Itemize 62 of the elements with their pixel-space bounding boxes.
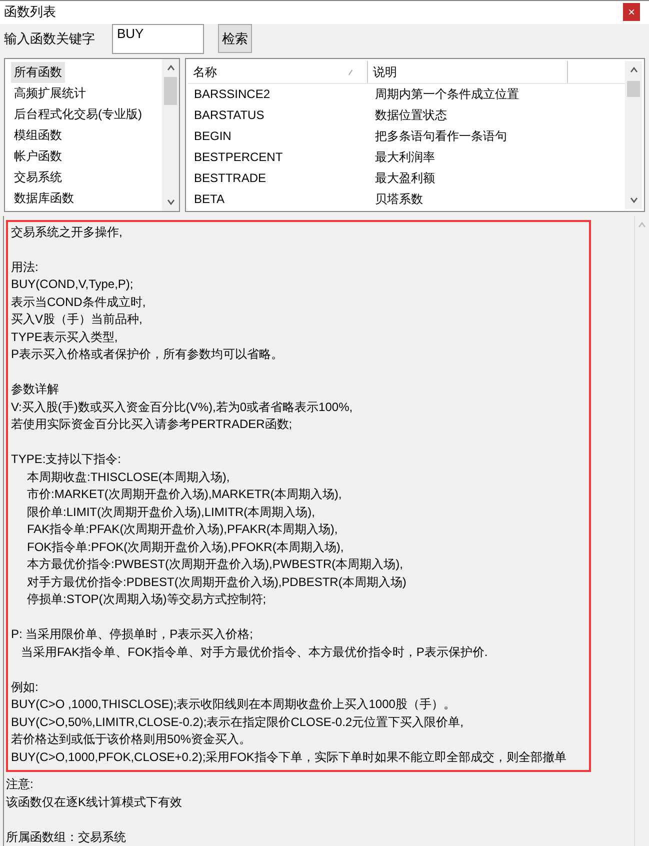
- function-name-cell[interactable]: BETA: [188, 192, 368, 206]
- scrollbar[interactable]: [625, 60, 642, 208]
- description-text: 例如:: [11, 680, 38, 694]
- scroll-thumb[interactable]: [627, 80, 640, 96]
- scroll-thumb[interactable]: [164, 76, 177, 104]
- sort-icon: [348, 68, 353, 76]
- description-cell[interactable]: 数据位置状态: [368, 106, 447, 124]
- description-cell[interactable]: 把多条语句看作一条语句: [368, 128, 507, 144]
- scroll-up-icon[interactable]: [166, 62, 176, 72]
- description-text: P表示买入价格或者保护价，所有参数均可以省略。: [11, 347, 284, 361]
- description-text: 市价:MARKET(次周期开盘价入场),MARKETR(本周期入场),: [27, 487, 342, 501]
- close-button[interactable]: ×: [623, 3, 640, 22]
- keyword-label: 输入函数关键字: [4, 30, 96, 48]
- description-text: 交易系统之开多操作,: [11, 224, 122, 238]
- function-name-cell[interactable]: BEGIN: [188, 129, 368, 143]
- scrollbar[interactable]: [162, 58, 179, 210]
- category-item[interactable]: 后台程式化交易(专业版): [11, 104, 145, 124]
- function-name-cell[interactable]: BESTTRADE: [188, 171, 368, 185]
- description-text: 若价格达到或低于该价格则用50%资金买入。: [11, 732, 252, 746]
- description-text: 参数详解: [11, 382, 59, 396]
- description-text: 本周期收盘:THISCLOSE(本周期入场),: [27, 470, 230, 484]
- window-title: 函数列表: [4, 3, 56, 22]
- description-text: 所属函数组：交易系统: [6, 830, 126, 844]
- description-text: BUY(C>O ,1000,THISCLOSE);表示收阳线则在本周期收盘价上买入1000股（手）。: [11, 697, 456, 711]
- description-text: FAK指令单:PFAK(次周期开盘价入场),PFAKR(本周期入场),: [27, 522, 338, 536]
- description-text: 注意:: [6, 777, 34, 791]
- category-item[interactable]: 高频扩展统计: [11, 82, 89, 104]
- category-item[interactable]: 所有函数: [11, 62, 65, 82]
- search-button[interactable]: 检索: [218, 24, 252, 53]
- description-text: 若使用实际资金百分比买入请参考PERTRADER函数;: [11, 417, 292, 431]
- column-header[interactable]: 名称: [188, 60, 368, 82]
- description-text: BUY(C>O,50%,LIMITR,CLOSE-0.2);表示在指定限价CLOSE-0.2元位置下买入限价单,: [11, 714, 464, 728]
- category-item[interactable]: 数据库函数: [11, 188, 77, 208]
- function-name-cell[interactable]: BARSSINCE2: [188, 87, 368, 101]
- description-text: TYPE:支持以下指令:: [11, 452, 122, 466]
- description-cell[interactable]: 周期内第一个条件成立位置: [368, 86, 519, 102]
- keyword-input[interactable]: BUY: [112, 24, 204, 54]
- category-item[interactable]: 帐户函数: [11, 146, 65, 166]
- description-text: BUY(C>O,1000,PFOK,CLOSE+0.2);采用FOK指令下单，实际下单时如果不能立即全部成交，则全部撤单: [11, 750, 566, 764]
- description-cell[interactable]: 贝塔系数: [368, 190, 423, 208]
- description-text: 本方最优价指令:PWBEST(次周期开盘价入场),PWBESTR(本周期入场),: [27, 557, 403, 571]
- scroll-up-icon[interactable]: [628, 64, 638, 74]
- description-text: 对手方最优价指令:PDBEST(次周期开盘价入场),PDBESTR(本周期入场): [27, 574, 406, 588]
- description-text: 该函数仅在逐K线计算模式下有效: [6, 794, 182, 808]
- description-text: P: 当采用限价单、停损单时，P表示买入价格;: [11, 627, 254, 641]
- description-cell[interactable]: 最大利润率: [368, 148, 435, 166]
- description-text: 当采用FAK指令单、FOK指令单、对手方最优价指令、本方最优价指令时，P表示保护价.: [21, 644, 488, 658]
- description-text: 用法:: [11, 260, 38, 274]
- category-item[interactable]: 模组函数: [11, 124, 65, 146]
- function-name-cell[interactable]: BARSTATUS: [188, 108, 368, 122]
- description-text: 限价单:LIMIT(次周期开盘价入场),LIMITR(本周期入场),: [27, 504, 315, 518]
- description-text: 表示当COND条件成立时,: [11, 294, 146, 308]
- category-item[interactable]: 交易系统: [11, 166, 65, 188]
- description-text: 停损单:STOP(次周期入场)等交易方式控制符;: [27, 592, 266, 606]
- description-text: TYPE表示买入类型,: [11, 330, 118, 344]
- function-name-cell[interactable]: BESTPERCENT: [188, 150, 368, 164]
- column-header[interactable]: 说明: [368, 60, 568, 82]
- description-text: FOK指令单:PFOK(次周期开盘价入场),PFOKR(本周期入场),: [27, 540, 344, 554]
- description-text: BUY(COND,V,Type,P);: [11, 277, 134, 291]
- description-text: 买入V股（手）当前品种,: [11, 312, 142, 326]
- description-cell[interactable]: 最大盈利额: [368, 170, 435, 186]
- description-text: V:买入股(手)数或买入资金百分比(V%),若为0或者省略表示100%,: [11, 400, 353, 414]
